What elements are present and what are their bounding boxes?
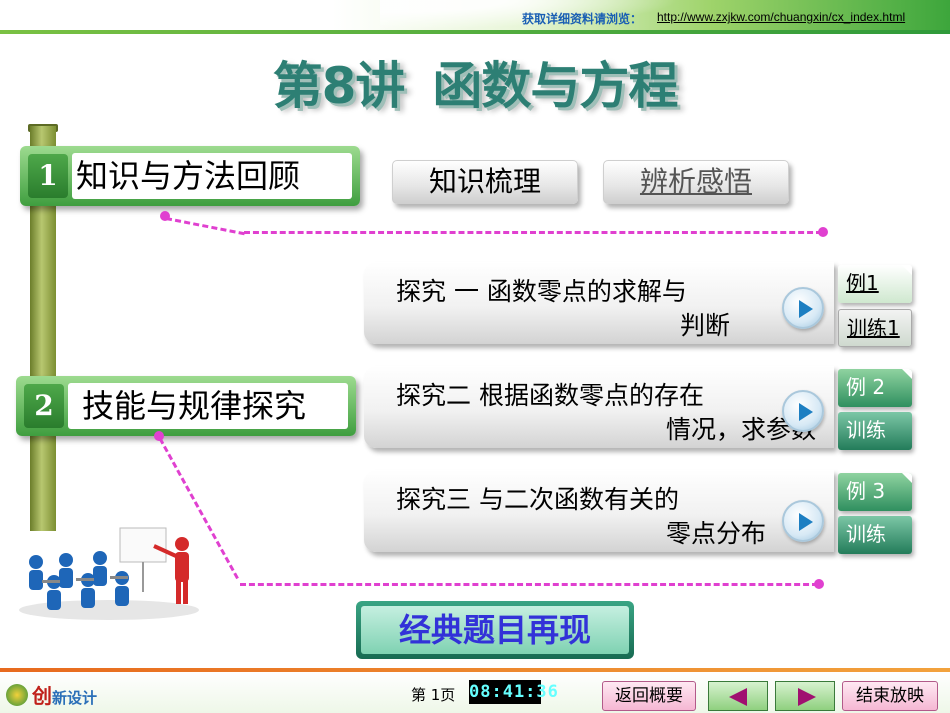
section-label: 知识与方法回顾 bbox=[72, 153, 352, 199]
classic-problems-label: 经典题目再现 bbox=[361, 606, 629, 654]
example-3-tag[interactable]: 例 3 bbox=[838, 473, 912, 511]
tag-label: 训练 bbox=[846, 418, 886, 442]
training-1-tag[interactable]: 训练1 bbox=[838, 309, 912, 347]
section-skill-inquiry[interactable]: 2 技能与规律探究 bbox=[16, 376, 356, 436]
connector-line bbox=[244, 231, 822, 234]
prev-slide-button[interactable] bbox=[708, 681, 768, 711]
play-icon[interactable] bbox=[782, 390, 824, 432]
arrow-right-icon bbox=[798, 688, 816, 706]
classroom-illustration bbox=[19, 527, 199, 620]
inquiry-title: 探究三 与二次函数有关的 bbox=[396, 485, 679, 514]
training-2-tag[interactable]: 训练 bbox=[838, 412, 912, 450]
tag-label: 例 3 bbox=[846, 479, 886, 503]
tab-knowledge-outline[interactable]: 知识梳理 bbox=[392, 160, 578, 204]
logo-sub: 新设计 bbox=[52, 689, 98, 707]
back-to-outline-button[interactable]: 返回概要 bbox=[602, 681, 696, 711]
page-number: 第 1页 bbox=[411, 686, 456, 704]
inquiry-title-cont: 零点分布 bbox=[666, 519, 767, 548]
logo-main: 创 bbox=[32, 684, 52, 708]
tag-label: 例 2 bbox=[846, 375, 886, 399]
connector-dot bbox=[818, 227, 828, 237]
clock-display: 08:41:36 bbox=[469, 680, 559, 704]
play-icon[interactable] bbox=[782, 287, 824, 329]
inquiry-title-cont: 判断 bbox=[680, 311, 731, 340]
arrow-left-icon bbox=[729, 688, 747, 706]
inquiry-2[interactable]: 探究二 根据函数零点的存在 情况，求参数 bbox=[364, 366, 834, 448]
section-number: 1 bbox=[28, 154, 68, 198]
connector-line bbox=[240, 583, 818, 586]
next-slide-button[interactable] bbox=[775, 681, 835, 711]
tab-analysis[interactable]: 辨析感悟 bbox=[603, 160, 789, 204]
section-label: 技能与规律探究 bbox=[68, 383, 348, 429]
source-link[interactable]: http://www.zxjkw.com/chuangxin/cx_index.… bbox=[657, 10, 905, 24]
tag-label: 例1 bbox=[846, 271, 879, 295]
connector-line bbox=[165, 217, 245, 236]
example-1-tag[interactable]: 例1 bbox=[838, 265, 912, 303]
training-3-tag[interactable]: 训练 bbox=[838, 516, 912, 554]
tag-label: 训练 bbox=[846, 522, 886, 546]
brand-logo: 创新设计 bbox=[32, 680, 97, 709]
inquiry-1[interactable]: 探究 一 函数零点的求解与 判断 bbox=[364, 262, 834, 344]
inquiry-3[interactable]: 探究三 与二次函数有关的 零点分布 bbox=[364, 470, 834, 552]
source-label: 获取详细资料请浏览： bbox=[522, 12, 643, 26]
top-divider bbox=[0, 30, 950, 34]
logo-icon bbox=[6, 684, 28, 706]
tag-label: 训练1 bbox=[847, 316, 900, 340]
play-icon[interactable] bbox=[782, 500, 824, 542]
inquiry-title: 探究二 根据函数零点的存在 bbox=[396, 381, 704, 410]
end-show-button[interactable]: 结束放映 bbox=[842, 681, 938, 711]
connector-dot bbox=[814, 579, 824, 589]
lesson-topic: 函数与方程 bbox=[432, 57, 678, 115]
section-knowledge-review[interactable]: 1 知识与方法回顾 bbox=[20, 146, 360, 206]
inquiry-title: 探究 一 函数零点的求解与 bbox=[396, 277, 687, 306]
example-2-tag[interactable]: 例 2 bbox=[838, 369, 912, 407]
section-number: 2 bbox=[24, 384, 64, 428]
classic-problems-button[interactable]: 经典题目再现 bbox=[356, 601, 634, 659]
page-title: 第8讲 函数与方程 bbox=[0, 46, 950, 118]
slide: 获取详细资料请浏览： http://www.zxjkw.com/chuangxi… bbox=[0, 0, 950, 713]
lesson-number: 第8讲 bbox=[272, 57, 406, 115]
